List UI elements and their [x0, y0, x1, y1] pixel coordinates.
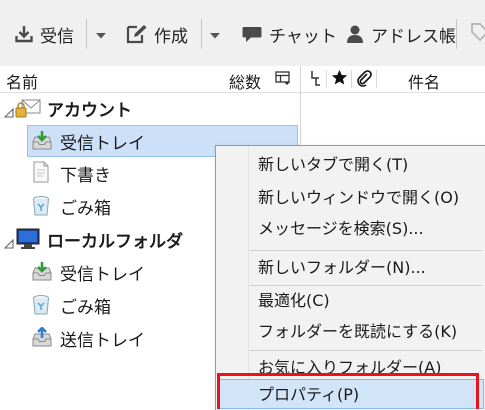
menu-item-label: 新しいウィンドウで開く(O) [258, 188, 460, 207]
star-icon[interactable] [331, 69, 348, 90]
get-messages-label: 受信 [40, 26, 74, 47]
get-messages-button[interactable]: 受信 [14, 14, 74, 54]
menu-item-new-folder[interactable]: 新しいフォルダー(N)... [218, 253, 484, 283]
menu-separator [250, 350, 482, 351]
trash-icon [32, 195, 50, 222]
folder-label: ごみ箱 [60, 297, 111, 318]
inbox-icon [31, 261, 53, 288]
address-book-label: アドレス帳 [371, 26, 456, 47]
folder-label: 受信トレイ [60, 264, 145, 285]
folder-label: 送信トレイ [60, 330, 145, 351]
drafts-icon [32, 161, 50, 188]
tag-icon[interactable] [470, 22, 485, 44]
column-header-total[interactable]: 総数 [229, 69, 261, 93]
menu-item-open-new-tab[interactable]: 新しいタブで開く(T) [218, 150, 484, 180]
toolbar-divider [86, 19, 87, 49]
trash-icon [32, 294, 50, 321]
menu-separator [250, 250, 482, 251]
chevron-down-icon [95, 25, 107, 44]
chat-label: チャット [269, 26, 337, 47]
menu-item-properties[interactable]: プロパティ(P) [218, 379, 484, 409]
attachment-icon[interactable] [356, 69, 372, 91]
main-toolbar: 受信 作成 チャット アドレス帳 [0, 0, 485, 67]
menu-item-label: 最適化(C) [258, 291, 330, 310]
account-icon [15, 98, 41, 123]
menu-item-search-messages[interactable]: メッセージを検索(S)... [218, 214, 484, 244]
column-divider [326, 70, 327, 88]
message-list-header: 件名 [301, 66, 485, 93]
column-divider [376, 70, 377, 88]
thread-column-icon[interactable] [310, 70, 322, 90]
chevron-down-icon [209, 25, 221, 44]
toolbar-divider [456, 19, 457, 49]
folder-row-account[interactable]: アカウント [0, 92, 300, 124]
folder-label: 下書き [60, 165, 111, 186]
folder-label: アカウント [47, 100, 132, 121]
menu-item-label: 新しいタブで開く(T) [258, 155, 409, 174]
person-icon [345, 24, 365, 44]
download-icon [14, 24, 34, 44]
inbox-icon [31, 130, 53, 157]
folder-label: ごみ箱 [60, 198, 111, 219]
menu-item-label: フォルダーを既読にする(K) [258, 322, 458, 341]
column-divider [351, 70, 352, 88]
column-picker-icon[interactable] [275, 70, 291, 90]
get-messages-dropdown[interactable] [92, 14, 110, 54]
local-folders-icon [16, 228, 40, 255]
expanded-twisty-icon[interactable] [3, 103, 14, 118]
menu-item-compact[interactable]: 最適化(C) [218, 286, 484, 316]
column-header-subject[interactable]: 件名 [408, 69, 440, 93]
write-dropdown[interactable] [206, 14, 224, 54]
address-book-button[interactable]: アドレス帳 [345, 14, 456, 54]
menu-item-label: プロパティ(P) [258, 385, 360, 404]
chat-button[interactable]: チャット [241, 14, 337, 54]
folder-context-menu: 新しいタブで開く(T) 新しいウィンドウで開く(O) メッセージを検索(S)..… [215, 145, 485, 410]
menu-item-open-new-window[interactable]: 新しいウィンドウで開く(O) [218, 183, 484, 213]
column-header-name[interactable]: 名前 [6, 69, 38, 93]
menu-item-label: 新しいフォルダー(N)... [258, 258, 426, 277]
chat-bubble-icon [241, 24, 263, 44]
expanded-twisty-icon[interactable] [3, 234, 14, 249]
write-label: 作成 [154, 26, 188, 47]
pencil-icon [126, 24, 148, 44]
write-button[interactable]: 作成 [126, 14, 188, 54]
folder-pane-header: 名前 総数 [0, 66, 300, 93]
menu-item-mark-folder-read[interactable]: フォルダーを既読にする(K) [218, 317, 484, 347]
menu-item-label: メッセージを検索(S)... [258, 219, 424, 238]
toolbar-divider [201, 19, 202, 49]
folder-label: ローカルフォルダ [47, 231, 183, 252]
folder-label: 受信トレイ [60, 133, 145, 154]
outbox-icon [31, 326, 53, 354]
